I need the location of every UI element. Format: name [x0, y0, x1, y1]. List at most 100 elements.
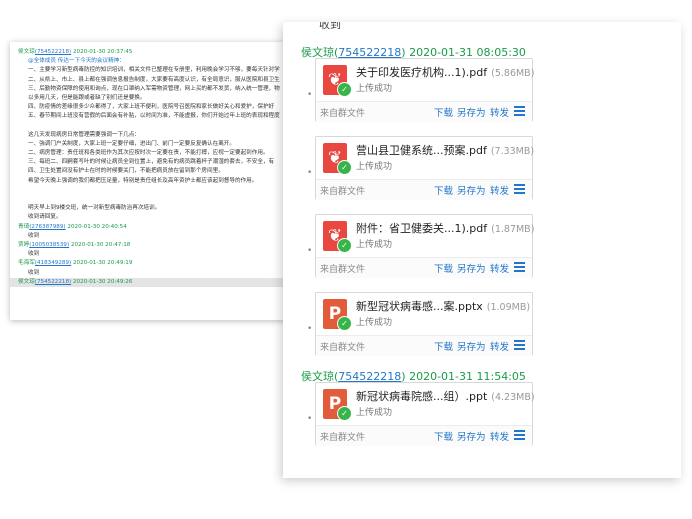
message-bullet: • [307, 246, 313, 256]
file-actions-bar: 来自群文件 下载 另存为 转发 [316, 179, 532, 200]
download-button[interactable]: 下载 [434, 429, 453, 443]
file-source: 来自群文件 [320, 265, 366, 275]
log-spacer [18, 122, 302, 131]
log-sender-qq[interactable]: (418349289) [35, 260, 71, 266]
file-info[interactable]: P ✓ 新冠状病毒院感...组）.ppt (4.23MB) 上传成功 [316, 383, 535, 425]
file-size: (7.33MB) [490, 146, 535, 157]
download-button[interactable]: 下载 [434, 105, 453, 119]
log-message-line: 二、从県上、市上、县上都在强调信息报告制度，大家要有高度认识，有全局意识，服从医… [28, 76, 280, 83]
log-message-line: 希望今天晚上强调的我们都把压足量，特别是责任组长及高年资护士都应该起到督导的作用… [28, 177, 258, 184]
more-menu-icon[interactable] [514, 262, 525, 273]
log-sender-qq[interactable]: (754522218) [35, 49, 71, 55]
save-as-button[interactable]: 另存为 [457, 183, 486, 197]
upload-success-check-icon: ✓ [337, 82, 352, 97]
file-actions-bar: 来自群文件 下载 另存为 转发 [316, 425, 532, 446]
forward-button[interactable]: 转发 [490, 261, 509, 275]
log-message-line: 收到请回复。 [28, 214, 62, 221]
download-button[interactable]: 下载 [434, 339, 453, 353]
file-size: (5.86MB) [491, 68, 535, 79]
download-button[interactable]: 下载 [434, 261, 453, 275]
log-message-line: 三、每班二、四嗣套写叶的时候让病员全到位置上，避免有的病员跳着杯子潮湿的套去，不… [28, 159, 275, 166]
file-card[interactable]: P ✓ 新冠状病毒院感...组）.ppt (4.23MB) 上传成功 来自群文件 下载 另存为… [315, 382, 535, 446]
file-actions-bar: 来自群文件 下载 另存为 转发 [316, 257, 532, 278]
log-message-line: 收到 [28, 232, 40, 239]
download-button[interactable]: 下载 [434, 183, 453, 197]
file-card[interactable]: ❦ ✓ 关于印发医疗机构...1).pdf (5.86MB) 上传成功 来自群文件 下载 另存… [315, 58, 534, 122]
log-message-line: @全体成员 传达一下今天的会议精神： [28, 58, 125, 65]
file-size: (4.23MB) [491, 392, 535, 403]
log-message-line: 三、后勤物资保障的使用和询点，现在口罩纳入军需物资管理，网上买的都不发货，纳入统… [28, 85, 280, 92]
upload-status: 上传成功 [356, 162, 393, 172]
sender-name[interactable]: 侯文琼 [301, 370, 334, 383]
save-as-button[interactable]: 另存为 [457, 429, 486, 443]
file-name[interactable]: 营山县卫健系统...预案.pdf (7.33MB) [356, 142, 534, 158]
forward-button[interactable]: 转发 [490, 105, 509, 119]
file-name[interactable]: 附件：省卫健委关...1).pdf (1.87MB) [356, 220, 534, 236]
save-as-button[interactable]: 另存为 [457, 105, 486, 119]
message-header: 侯文琼(754522218) 2020-01-31 11:54:05 [301, 370, 526, 383]
chat-window: 收到 侯文琼(754522218) 2020-01-31 08:05:30 • ❦… [283, 22, 681, 478]
log-message-header: 青琦(276387989) 2020-01-30 20:40:54 [18, 223, 302, 232]
file-info[interactable]: ❦ ✓ 附件：省卫健委关...1).pdf (1.87MB) 上传成功 [316, 215, 534, 257]
file-actions-bar: 来自群文件 下载 另存为 转发 [316, 101, 532, 122]
log-time: 2020-01-30 20:47:18 [70, 241, 131, 248]
file-card[interactable]: P ✓ 新型冠状病毒感...案.pptx (1.09MB) 上传成功 来自群文件 下载 另存为… [315, 292, 533, 356]
file-source: 来自群文件 [320, 187, 366, 197]
save-as-button[interactable]: 另存为 [457, 339, 486, 353]
log-sender-qq[interactable]: (1005038539) [29, 242, 69, 248]
upload-success-check-icon: ✓ [337, 316, 352, 331]
file-card[interactable]: ❦ ✓ 附件：省卫健委关...1).pdf (1.87MB) 上传成功 来自群文件 下载 另存… [315, 214, 534, 278]
log-message-line: 四、防疫情的差缘很多少众都得了，大家上班不便利，医院号召医院和家长做好关心和爱护… [28, 104, 275, 111]
log-message-header: 侯文琼(754522218) 2020-01-30 20:49:26 [10, 277, 310, 287]
sender-qq-link[interactable]: 754522218 [338, 370, 401, 383]
upload-status: 上传成功 [356, 240, 393, 250]
forward-button[interactable]: 转发 [490, 339, 509, 353]
message-time: 2020-01-31 11:54:05 [409, 370, 526, 383]
log-time: 2020-01-30 20:49:19 [72, 260, 133, 267]
log-time: 2020-01-30 20:40:54 [67, 223, 127, 230]
more-menu-icon[interactable] [514, 430, 525, 441]
file-name[interactable]: 关于印发医疗机构...1).pdf (5.86MB) [356, 64, 534, 80]
more-menu-icon[interactable] [514, 184, 525, 195]
log-message-line: 五、春节期间上班没有营假的后面会有补贴，以时间为准，不能虚报，你们开始过年上班的… [28, 113, 280, 120]
forward-button[interactable]: 转发 [490, 429, 509, 443]
log-sender[interactable]: 毛海军 [18, 260, 35, 266]
log-spacer [18, 195, 302, 204]
message-bullet: • [307, 168, 313, 178]
message-bullet: • [307, 324, 313, 334]
file-name[interactable]: 新冠状病毒院感...组）.ppt (4.23MB) [356, 388, 535, 404]
log-sender[interactable]: 侯文琼 [18, 279, 35, 285]
log-sender-qq[interactable]: (754522218) [35, 279, 71, 285]
log-message-line: 二、病房管理：责任班和各类班作为其次应按时次一定要在责，不能打搏，应视一定要起到… [28, 150, 269, 157]
log-message-line: 收到 [28, 269, 40, 276]
log-spacer [18, 186, 302, 195]
forward-button[interactable]: 转发 [490, 183, 509, 197]
log-message-header: 贾婷(1005038539) 2020-01-30 20:47:18 [18, 241, 302, 250]
upload-success-check-icon: ✓ [337, 406, 352, 421]
log-message-header: 侯文琼(754522218) 2020-01-30 20:37:45 [18, 48, 302, 57]
upload-status: 上传成功 [356, 408, 393, 418]
more-menu-icon[interactable] [514, 106, 525, 117]
file-info[interactable]: ❦ ✓ 关于印发医疗机构...1).pdf (5.86MB) 上传成功 [316, 59, 534, 101]
upload-status: 上传成功 [356, 318, 393, 328]
background-chat-window: 侯文琼(754522218) 2020-01-30 20:37:45 @全体成员 … [10, 42, 310, 320]
truncated-message: 收到 [319, 22, 341, 31]
upload-success-check-icon: ✓ [337, 160, 352, 175]
file-source: 来自群文件 [320, 109, 366, 119]
file-name[interactable]: 新型冠状病毒感...案.pptx (1.09MB) [356, 298, 530, 314]
log-message-header: 毛海军(418349289) 2020-01-30 20:49:19 [18, 259, 302, 268]
file-info[interactable]: ❦ ✓ 营山县卫健系统...预案.pdf (7.33MB) 上传成功 [316, 137, 534, 179]
save-as-button[interactable]: 另存为 [457, 261, 486, 275]
log-sender[interactable]: 侯文琼 [18, 49, 35, 55]
file-info[interactable]: P ✓ 新型冠状病毒感...案.pptx (1.09MB) 上传成功 [316, 293, 532, 335]
file-card[interactable]: ❦ ✓ 营山县卫健系统...预案.pdf (7.33MB) 上传成功 来自群文件 下载 另存为… [315, 136, 534, 200]
more-menu-icon[interactable] [514, 340, 525, 351]
log-sender[interactable]: 贾婷 [18, 242, 29, 248]
log-time: 2020-01-30 20:37:45 [72, 49, 133, 55]
log-sender[interactable]: 青琦 [18, 224, 29, 230]
log-message-line: 一、主要学习新型病毒防控的知识培训，相关文件已整理在专册里，利用晚会学习不够，要… [28, 67, 280, 74]
upload-success-check-icon: ✓ [337, 238, 352, 253]
file-source: 来自群文件 [320, 433, 366, 443]
chat-history: 侯文琼(754522218) 2020-01-30 20:37:45 @全体成员 … [10, 42, 310, 293]
log-sender-qq[interactable]: (276387989) [29, 224, 65, 230]
